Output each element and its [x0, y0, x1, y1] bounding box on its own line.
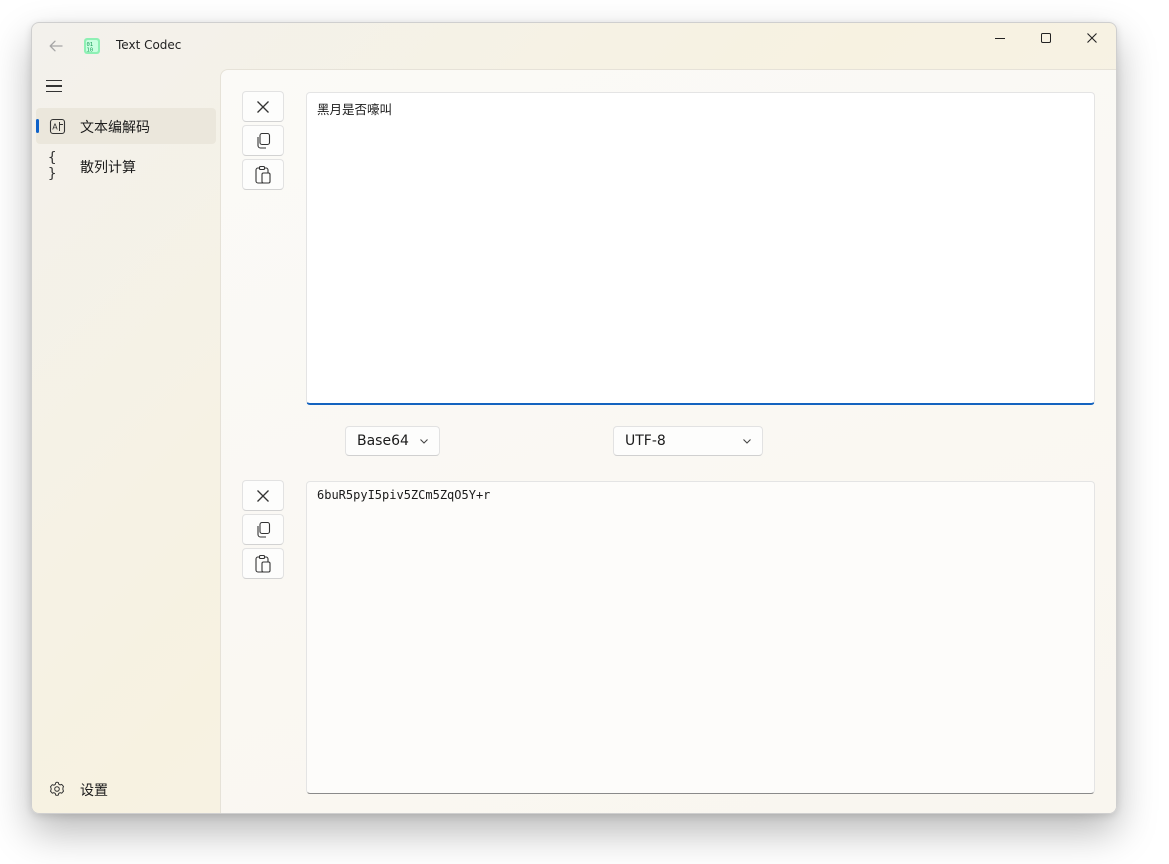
sidebar-item-label: 文本编解码	[80, 120, 150, 136]
paste-icon	[255, 165, 271, 184]
clear-icon	[257, 489, 269, 502]
braces-icon: { }	[48, 150, 57, 182]
encoding-dropdown[interactable]: UTF-8	[613, 426, 763, 456]
copy-output-button[interactable]	[242, 514, 284, 545]
sidebar-item-settings[interactable]: 设置	[36, 771, 216, 807]
input-textbox[interactable]: 黑月是否嚎叫	[306, 92, 1095, 405]
svg-text:10: 10	[87, 48, 94, 54]
maximize-button[interactable]	[1023, 23, 1069, 53]
copy-icon	[257, 521, 271, 538]
clear-icon	[257, 100, 269, 113]
maximize-icon	[1041, 33, 1051, 43]
selection-indicator	[36, 119, 39, 133]
settings-label: 设置	[80, 783, 108, 799]
clear-output-button[interactable]	[242, 480, 284, 511]
hamburger-icon-line	[46, 90, 62, 93]
hamburger-icon	[46, 79, 62, 82]
codec-dropdown-value: Base64	[357, 433, 409, 449]
paste-output-button[interactable]	[242, 548, 284, 579]
output-toolbar	[242, 480, 284, 582]
copy-icon	[257, 132, 271, 149]
paste-icon	[255, 554, 271, 573]
copy-input-button[interactable]	[242, 125, 284, 156]
main-content: 黑月是否嚎叫 Base64 UTF-8 6buR5pyI5piv5ZCm5ZqO…	[220, 69, 1116, 813]
svg-text:A: A	[52, 122, 58, 131]
encoding-dropdown-value: UTF-8	[625, 433, 666, 449]
text-translate-icon: A	[48, 117, 66, 135]
sidebar-item-hash[interactable]: { } 散列计算	[36, 148, 216, 184]
close-button[interactable]	[1069, 23, 1115, 53]
close-icon	[1087, 33, 1097, 43]
back-arrow-icon	[49, 40, 63, 52]
back-button[interactable]	[44, 36, 68, 56]
codec-dropdown[interactable]: Base64	[345, 426, 440, 456]
minimize-icon	[995, 38, 1005, 39]
sidebar-item-label: 散列计算	[80, 160, 136, 176]
chevron-down-icon	[420, 439, 428, 444]
app-window: 01 10 Text Codec A 文本编解码 {} 散列计算 设置 黑月是…	[31, 22, 1117, 814]
clear-input-button[interactable]	[242, 91, 284, 122]
menu-toggle-button[interactable]	[46, 77, 66, 95]
sidebar-item-text-codec[interactable]: A 文本编解码	[36, 108, 216, 144]
title-bar: 01 10 Text Codec	[32, 23, 1116, 69]
input-toolbar	[242, 91, 284, 193]
app-logo-icon: 01 10	[84, 38, 100, 54]
output-textbox[interactable]: 6buR5pyI5piv5ZCm5ZqO5Y+r	[306, 481, 1095, 794]
chevron-down-icon	[743, 439, 751, 444]
navigation-pane: A 文本编解码 { } 散列计算 设置	[32, 69, 220, 813]
window-title: Text Codec	[116, 38, 182, 52]
paste-input-button[interactable]	[242, 159, 284, 190]
minimize-button[interactable]	[977, 23, 1023, 53]
hamburger-icon-line	[46, 85, 62, 87]
gear-icon	[48, 780, 66, 798]
